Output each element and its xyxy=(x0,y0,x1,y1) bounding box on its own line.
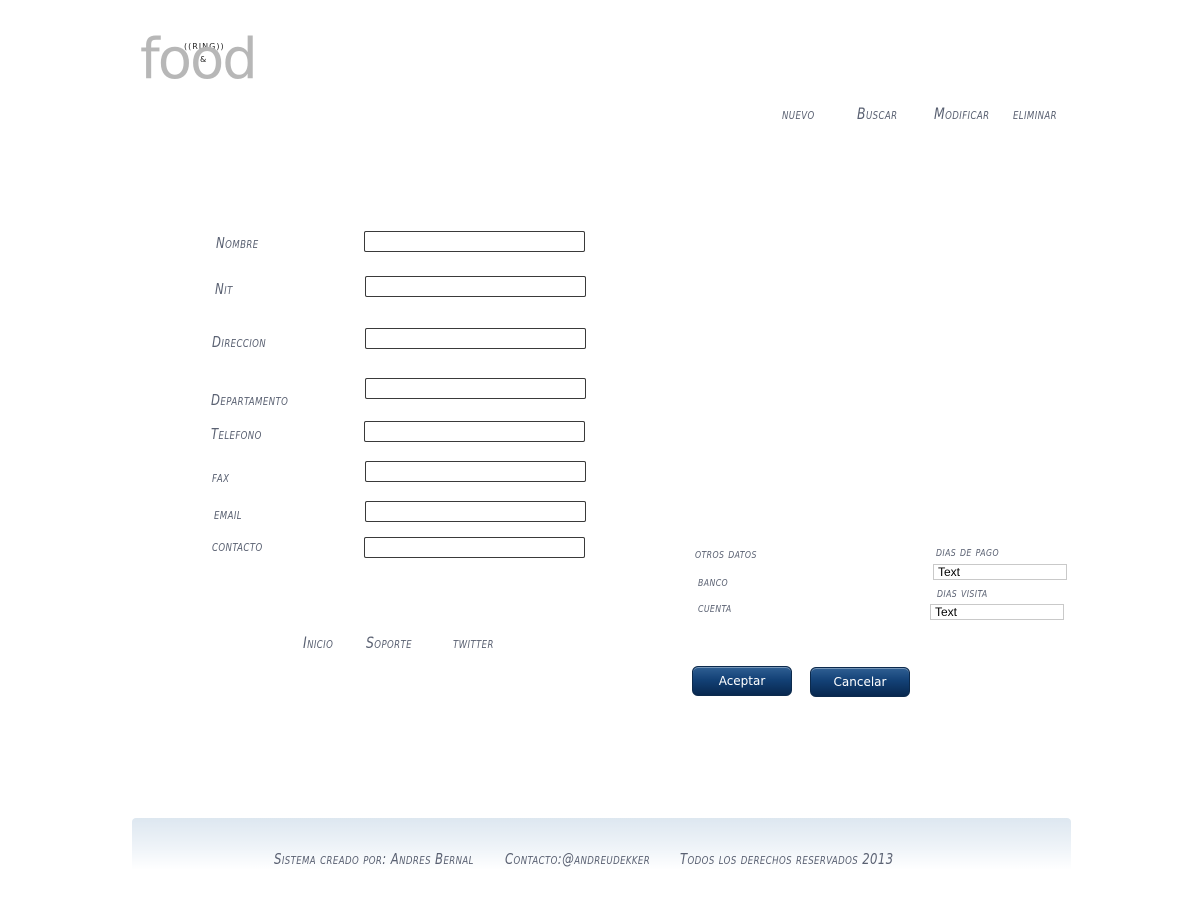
label-direccion: Direccion xyxy=(212,333,267,351)
email-input[interactable] xyxy=(365,501,586,522)
label-nit: Nit xyxy=(215,280,233,298)
departamento-input[interactable] xyxy=(365,378,586,399)
footer-rights: Todos los derechos reservados 2013 xyxy=(680,850,894,868)
dias-visita-input[interactable]: Text xyxy=(930,604,1064,620)
nav-eliminar[interactable]: eliminar xyxy=(1013,104,1057,123)
fax-input[interactable] xyxy=(365,461,586,482)
dias-pago-input[interactable]: Text xyxy=(933,564,1067,580)
logo-wordmark: food xyxy=(140,27,258,92)
label-banco: banco xyxy=(698,574,729,590)
nav-buscar[interactable]: Buscar xyxy=(857,104,897,123)
footer-credit: Sistema creado por: Andres Bernal xyxy=(274,850,474,868)
link-soporte[interactable]: Soporte xyxy=(366,633,412,652)
label-nombre: Nombre xyxy=(216,234,259,252)
label-telefono: Telefono xyxy=(211,425,262,443)
direccion-input[interactable] xyxy=(365,328,586,349)
contacto-input[interactable] xyxy=(364,537,585,558)
link-twitter[interactable]: twitter xyxy=(453,633,494,652)
label-email: email xyxy=(214,505,242,523)
label-fax: fax xyxy=(212,468,230,486)
footer-contact[interactable]: Contacto:@andreudekker xyxy=(505,850,650,868)
label-departamento: Departamento xyxy=(211,391,289,409)
aceptar-button[interactable]: Aceptar xyxy=(692,666,792,696)
nav-modificar[interactable]: Modificar xyxy=(934,104,989,123)
telefono-input[interactable] xyxy=(364,421,585,442)
otros-datos-heading: otros datos xyxy=(695,546,757,562)
cancelar-button[interactable]: Cancelar xyxy=(810,667,910,697)
label-cuenta: cuenta xyxy=(698,600,732,616)
label-dias-visita: dias visita xyxy=(937,585,988,601)
label-contacto: contacto xyxy=(212,537,263,555)
nav-nuevo[interactable]: nuevo xyxy=(782,104,815,123)
label-dias-pago: dias de pago xyxy=(936,544,999,560)
link-inicio[interactable]: Inicio xyxy=(303,633,333,652)
nombre-input[interactable] xyxy=(364,231,585,252)
nit-input[interactable] xyxy=(365,276,586,297)
brand-logo: ((RING)) & food xyxy=(140,32,280,98)
